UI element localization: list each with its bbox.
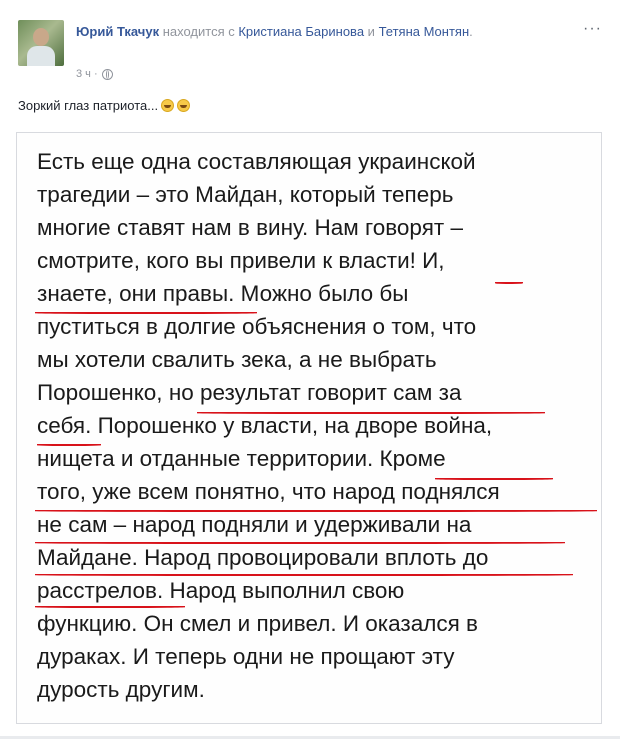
image-text-line: Майдане. Народ провоцировали вплоть до [37, 545, 489, 570]
image-text-line: Порошенко, но результат говорит сам за [37, 380, 462, 405]
with-text: находится с [162, 24, 235, 39]
tagged-person-2[interactable]: Тетяна Монтян [379, 24, 470, 39]
menu-dots-icon[interactable]: ··· [583, 20, 602, 38]
image-text-line: многие ставят нам в вину. Нам говорят – [37, 215, 463, 240]
red-underline [35, 510, 597, 512]
image-text-line: смотрите, кого вы привели к власти! И, [37, 248, 445, 273]
post-meta: 3 ч · [76, 68, 113, 80]
red-underline [35, 312, 257, 314]
author-avatar[interactable] [18, 20, 64, 66]
red-underline [197, 412, 545, 414]
post-image[interactable]: Есть еще одна составляющая украинской тр… [16, 132, 602, 724]
post-time[interactable]: 3 ч · [76, 68, 98, 80]
grinning-emoji-icon [177, 99, 191, 112]
red-underline [35, 542, 565, 544]
author-name[interactable]: Юрий Ткачук [76, 24, 159, 39]
globe-icon[interactable] [101, 68, 113, 80]
period-text: . [469, 24, 473, 39]
image-text-line: не сам – народ подняли и удерживали на [37, 512, 472, 537]
red-underline [495, 282, 523, 284]
image-text-line: нищета и отданные территории. Кроме [37, 446, 446, 471]
red-underline [35, 574, 573, 576]
image-text-line: дурость другим. [37, 677, 205, 702]
image-text-line: расстрелов. Народ выполнил свою [37, 578, 405, 603]
image-text-line: дураках. И теперь одни не прощают эту [37, 644, 455, 669]
facebook-post: Юрий Ткачук находится с Кристиана Барино… [0, 0, 620, 739]
image-text-line: Есть еще одна составляющая украинской [37, 149, 476, 174]
red-underline [37, 444, 101, 446]
image-text-block: Есть еще одна составляющая украинской тр… [37, 145, 597, 706]
red-underline [435, 478, 553, 480]
post-header: Юрий Ткачук находится с Кристиана Барино… [76, 23, 576, 40]
tagged-person-1[interactable]: Кристиана Баринова [238, 24, 364, 39]
image-text-line: трагедии – это Майдан, который теперь [37, 182, 454, 207]
image-text-line: пуститься в долгие объяснения о том, что [37, 314, 477, 339]
post-caption: Зоркий глаз патриота... [18, 98, 191, 113]
and-text: и [367, 24, 375, 39]
image-text-line: мы хотели свалить зека, а не выбрать [37, 347, 437, 372]
caption-text: Зоркий глаз патриота... [18, 98, 159, 113]
grinning-emoji-icon [161, 99, 175, 112]
image-text-line: функцию. Он смел и привел. И оказался в [37, 611, 478, 636]
red-underline [35, 606, 185, 608]
